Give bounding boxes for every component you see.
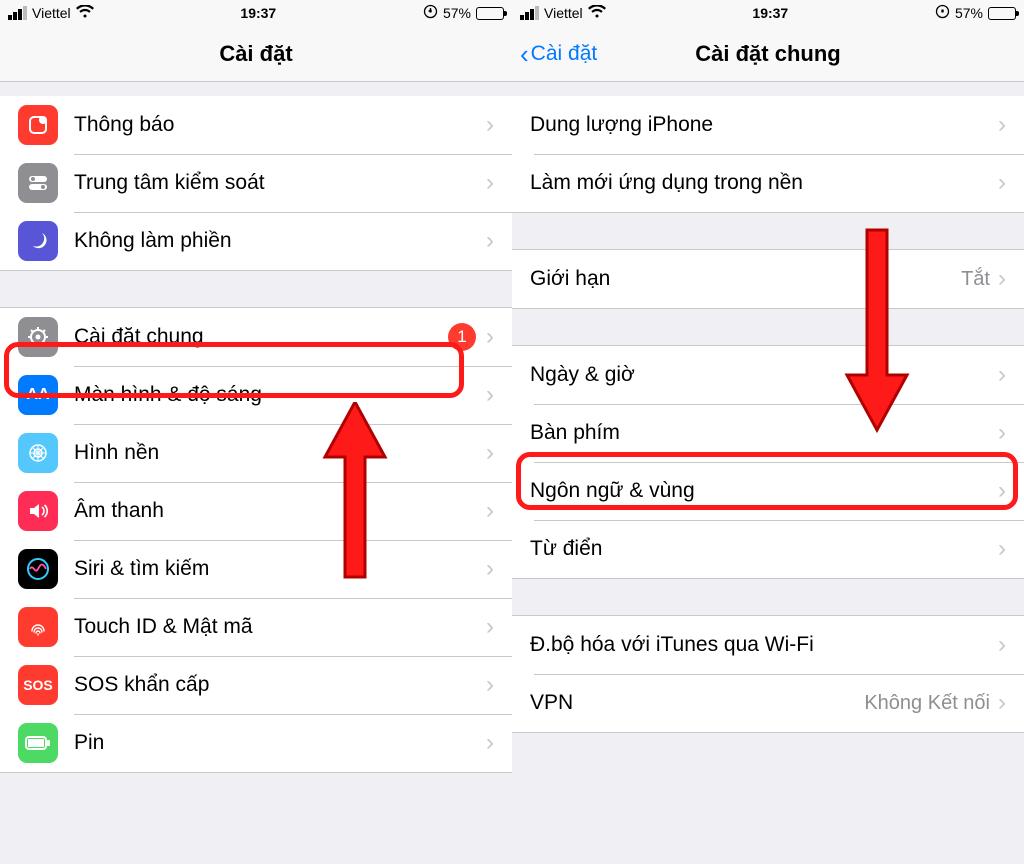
row-display[interactable]: AA Màn hình & độ sáng › [0, 366, 512, 424]
row-label: VPN [530, 691, 864, 715]
row-label: Giới hạn [530, 267, 961, 291]
page-title: Cài đặt chung [695, 41, 840, 67]
wifi-icon [588, 5, 606, 22]
row-restrictions[interactable]: Giới hạn Tắt › [512, 250, 1024, 308]
chevron-right-icon: › [998, 689, 1006, 717]
sos-icon: SOS [18, 665, 58, 705]
row-sos[interactable]: SOS SOS khẩn cấp › [0, 656, 512, 714]
fingerprint-icon [18, 607, 58, 647]
gear-icon [18, 317, 58, 357]
carrier-label: Viettel [544, 5, 583, 21]
row-label: Làm mới ứng dụng trong nền [530, 171, 998, 195]
chevron-right-icon: › [486, 323, 494, 351]
row-dnd[interactable]: Không làm phiền › [0, 212, 512, 270]
notifications-icon [18, 105, 58, 145]
chevron-right-icon: › [486, 439, 494, 467]
chevron-right-icon: › [486, 497, 494, 525]
row-label: Pin [74, 731, 486, 755]
chevron-right-icon: › [998, 631, 1006, 659]
row-vpn[interactable]: VPN Không Kết nối › [512, 674, 1024, 732]
chevron-right-icon: › [486, 671, 494, 699]
row-dictionary[interactable]: Từ điển › [512, 520, 1024, 578]
row-control-center[interactable]: Trung tâm kiểm soát › [0, 154, 512, 212]
chevron-right-icon: › [998, 265, 1006, 293]
row-sounds[interactable]: Âm thanh › [0, 482, 512, 540]
row-iphone-storage[interactable]: Dung lượng iPhone › [512, 96, 1024, 154]
notification-badge: 1 [448, 323, 476, 351]
clock: 19:37 [752, 5, 788, 21]
battery-icon [988, 7, 1016, 20]
row-label: Thông báo [74, 113, 486, 137]
battery-row-icon [18, 723, 58, 763]
row-label: Âm thanh [74, 499, 486, 523]
chevron-right-icon: › [486, 729, 494, 757]
row-date-time[interactable]: Ngày & giờ › [512, 346, 1024, 404]
row-label: Hình nền [74, 441, 486, 465]
chevron-right-icon: › [998, 111, 1006, 139]
chevron-right-icon: › [486, 169, 494, 197]
chevron-right-icon: › [486, 111, 494, 139]
chevron-left-icon: ‹ [520, 41, 529, 67]
row-label: Siri & tìm kiếm [74, 557, 486, 581]
wallpaper-icon [18, 433, 58, 473]
row-touchid[interactable]: Touch ID & Mật mã › [0, 598, 512, 656]
signal-icon [8, 6, 27, 20]
row-notifications[interactable]: Thông báo › [0, 96, 512, 154]
dnd-icon [18, 221, 58, 261]
row-background-refresh[interactable]: Làm mới ứng dụng trong nền › [512, 154, 1024, 212]
general-screen: Viettel 19:37 57% ‹ Cài đặt Cài đặt chun… [512, 0, 1024, 864]
display-icon: AA [18, 375, 58, 415]
chevron-right-icon: › [486, 227, 494, 255]
signal-icon [520, 6, 539, 20]
chevron-right-icon: › [486, 555, 494, 583]
status-bar: Viettel 19:37 57% [0, 0, 512, 26]
row-label: Từ điển [530, 537, 998, 561]
settings-screen: Viettel 19:37 57% Cài đặt Thông báo › [0, 0, 512, 864]
battery-pct: 57% [955, 5, 983, 21]
row-label: Touch ID & Mật mã [74, 615, 486, 639]
chevron-right-icon: › [998, 419, 1006, 447]
battery-icon [476, 7, 504, 20]
orientation-lock-icon [423, 4, 438, 22]
row-label: Đ.bộ hóa với iTunes qua Wi-Fi [530, 633, 998, 657]
orientation-lock-icon [935, 4, 950, 22]
back-label: Cài đặt [531, 42, 598, 66]
row-value: Tắt [961, 268, 990, 291]
row-label: SOS khẩn cấp [74, 673, 486, 697]
row-label: Ngôn ngữ & vùng [530, 479, 998, 503]
row-label: Bàn phím [530, 421, 998, 445]
row-battery[interactable]: Pin › [0, 714, 512, 772]
chevron-right-icon: › [998, 169, 1006, 197]
sounds-icon [18, 491, 58, 531]
row-label: Màn hình & độ sáng [74, 383, 486, 407]
nav-bar: ‹ Cài đặt Cài đặt chung [512, 26, 1024, 82]
row-itunes-wifi-sync[interactable]: Đ.bộ hóa với iTunes qua Wi-Fi › [512, 616, 1024, 674]
page-title: Cài đặt [219, 41, 292, 67]
row-keyboard[interactable]: Bàn phím › [512, 404, 1024, 462]
row-language-region[interactable]: Ngôn ngữ & vùng › [512, 462, 1024, 520]
back-button[interactable]: ‹ Cài đặt [520, 26, 597, 81]
row-label: Ngày & giờ [530, 363, 998, 387]
nav-bar: Cài đặt [0, 26, 512, 82]
control-center-icon [18, 163, 58, 203]
row-wallpaper[interactable]: Hình nền › [0, 424, 512, 482]
row-siri[interactable]: Siri & tìm kiếm › [0, 540, 512, 598]
chevron-right-icon: › [998, 477, 1006, 505]
siri-icon [18, 549, 58, 589]
row-label: Trung tâm kiểm soát [74, 171, 486, 195]
chevron-right-icon: › [998, 361, 1006, 389]
row-value: Không Kết nối [864, 692, 990, 715]
row-label: Cài đặt chung [74, 325, 448, 349]
battery-pct: 57% [443, 5, 471, 21]
row-label: Dung lượng iPhone [530, 113, 998, 137]
row-general[interactable]: Cài đặt chung 1 › [0, 308, 512, 366]
row-label: Không làm phiền [74, 229, 486, 253]
chevron-right-icon: › [486, 381, 494, 409]
carrier-label: Viettel [32, 5, 71, 21]
status-bar: Viettel 19:37 57% [512, 0, 1024, 26]
wifi-icon [76, 5, 94, 22]
chevron-right-icon: › [486, 613, 494, 641]
clock: 19:37 [240, 5, 276, 21]
chevron-right-icon: › [998, 535, 1006, 563]
